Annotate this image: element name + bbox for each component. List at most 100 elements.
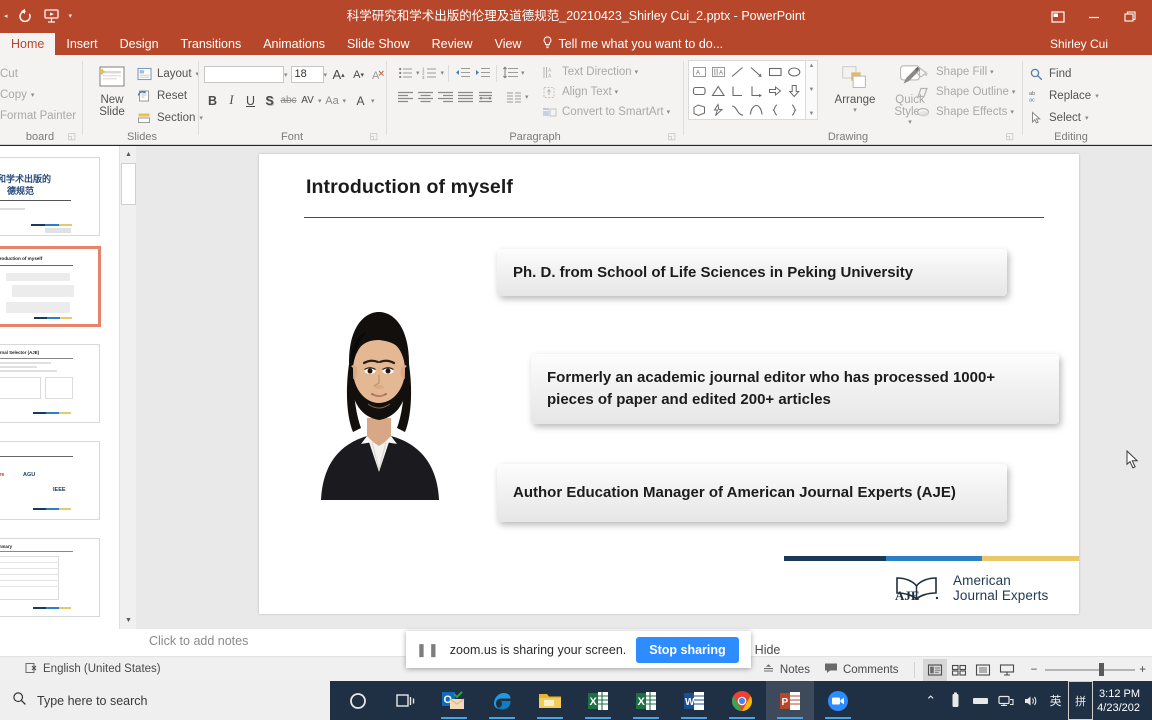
scroll-up-icon[interactable]: ▲: [809, 63, 815, 69]
lightning-shape-icon[interactable]: [709, 100, 728, 119]
align-left-icon[interactable]: [396, 88, 415, 106]
word-icon[interactable]: W: [670, 681, 718, 720]
edge-icon[interactable]: [478, 681, 526, 720]
chevron-down-icon[interactable]: ▾: [371, 97, 375, 105]
vertical-textbox-shape-icon[interactable]: A: [709, 62, 728, 81]
tab-transitions[interactable]: Transitions: [170, 33, 253, 55]
pentagon-shape-icon[interactable]: [690, 100, 709, 119]
layout-button[interactable]: Layout ▾: [136, 63, 203, 85]
task-view-icon[interactable]: [382, 681, 430, 720]
oval-shape-icon[interactable]: [785, 62, 804, 81]
battery-icon[interactable]: [943, 681, 968, 720]
bullets-icon[interactable]: [396, 64, 415, 82]
tab-view[interactable]: View: [484, 33, 533, 55]
thumbnail-scrollbar[interactable]: ▲ ▼: [119, 146, 137, 629]
zoom-knob[interactable]: [1099, 663, 1105, 676]
reset-button[interactable]: Reset: [136, 85, 203, 107]
zoom-icon[interactable]: [814, 681, 862, 720]
taskbar-search[interactable]: Type here to search: [0, 681, 330, 720]
chevron-down-icon[interactable]: ▾: [521, 69, 525, 77]
triangle-shape-icon[interactable]: [709, 81, 728, 100]
tab-animations[interactable]: Animations: [252, 33, 336, 55]
tab-review[interactable]: Review: [421, 33, 484, 55]
tab-home[interactable]: Home: [0, 33, 56, 55]
tab-insert[interactable]: Insert: [55, 33, 108, 55]
align-right-icon[interactable]: [436, 88, 455, 106]
font-dialog-launcher[interactable]: ◱: [369, 131, 378, 142]
section-button[interactable]: Section ▾: [136, 107, 203, 129]
right-brace-shape-icon[interactable]: [785, 100, 804, 119]
clear-formatting-icon[interactable]: A: [370, 65, 387, 84]
scroll-down-icon[interactable]: ▼: [809, 87, 815, 93]
thumbnail-slide-3[interactable]: Journal Selector (AJE): [0, 344, 100, 423]
paragraph-dialog-launcher[interactable]: ◱: [667, 131, 676, 142]
chevron-down-icon[interactable]: ▾: [416, 69, 420, 77]
chevron-down-icon[interactable]: ▾: [318, 97, 322, 105]
convert-to-smartart-button[interactable]: Convert to SmartArt ▾: [540, 102, 670, 122]
chevron-down-icon[interactable]: ▾: [324, 71, 328, 79]
thumbnail-slide-5[interactable]: Summary: [0, 538, 100, 617]
network-icon[interactable]: [993, 681, 1018, 720]
copy-button[interactable]: Copy ▾: [0, 84, 76, 105]
rounded-rectangle-shape-icon[interactable]: [690, 81, 709, 100]
ime-pinyin-icon[interactable]: 拼: [1068, 681, 1094, 720]
rectangle-shape-icon[interactable]: [766, 62, 785, 81]
shape-outline-button[interactable]: Shape Outline ▾: [914, 82, 1015, 102]
zoom-out-button[interactable]: −: [1027, 657, 1042, 682]
right-arrow-shape-icon[interactable]: [766, 81, 785, 100]
arrow-shape-icon[interactable]: [747, 62, 766, 81]
select-button[interactable]: Select ▾: [1028, 107, 1099, 129]
columns-icon[interactable]: [476, 88, 495, 106]
pause-share-icon[interactable]: ❚❚: [416, 642, 440, 658]
callout-2[interactable]: Formerly an academic journal editor who …: [531, 354, 1059, 424]
excel-icon-2[interactable]: X: [622, 681, 670, 720]
textbox-shape-icon[interactable]: A: [690, 62, 709, 81]
change-case-button[interactable]: Aa: [324, 91, 341, 110]
outlook-icon[interactable]: O: [430, 681, 478, 720]
line-shape-icon[interactable]: [728, 62, 747, 81]
shrink-font-button[interactable]: A ▾: [350, 65, 367, 84]
show-hidden-icons-icon[interactable]: ⌃: [918, 681, 943, 720]
shapes-gallery[interactable]: A A: [688, 60, 806, 120]
left-brace-shape-icon[interactable]: [766, 100, 785, 119]
slide-show-button[interactable]: [995, 659, 1019, 681]
new-slide-button[interactable]: New Slide: [89, 63, 135, 118]
portrait-photo[interactable]: [305, 292, 453, 500]
file-explorer-icon[interactable]: [526, 681, 574, 720]
taskbar-clock[interactable]: 3:12 PM 4/23/202: [1093, 687, 1148, 715]
shapes-more-icon[interactable]: ▼: [809, 111, 815, 117]
shape-effects-button[interactable]: Shape Effects ▾: [914, 102, 1015, 122]
grow-font-button[interactable]: A ▴: [330, 65, 347, 84]
text-direction-button[interactable]: AA Text Direction ▾: [540, 62, 670, 82]
scroll-up-icon[interactable]: ▲: [120, 146, 137, 163]
keyboard-icon[interactable]: [968, 681, 993, 720]
tab-design[interactable]: Design: [109, 33, 170, 55]
arc-shape-icon[interactable]: [747, 100, 766, 119]
strikethrough-button[interactable]: abc: [280, 91, 297, 110]
reading-view-button[interactable]: [971, 659, 995, 681]
cut-button[interactable]: Cut: [0, 63, 76, 84]
line-spacing-icon[interactable]: [501, 64, 520, 82]
numbering-icon[interactable]: 123: [421, 64, 440, 82]
callout-3[interactable]: Author Education Manager of American Jou…: [497, 464, 1007, 522]
increase-indent-icon[interactable]: [473, 64, 492, 82]
decrease-indent-icon[interactable]: [453, 64, 472, 82]
zoom-slider[interactable]: [1041, 657, 1139, 682]
shapes-gallery-scrollbar[interactable]: ▲ ▼ ▼: [806, 60, 818, 120]
cortana-icon[interactable]: [334, 681, 382, 720]
align-center-icon[interactable]: [416, 88, 435, 106]
scroll-down-icon[interactable]: ▼: [120, 612, 137, 629]
tab-slide-show[interactable]: Slide Show: [336, 33, 421, 55]
restore-icon[interactable]: [1112, 3, 1148, 31]
chrome-icon[interactable]: [718, 681, 766, 720]
comments-button[interactable]: Comments: [817, 657, 906, 682]
excel-icon[interactable]: X: [574, 681, 622, 720]
chevron-down-icon[interactable]: ▾: [343, 97, 347, 105]
drawing-dialog-launcher[interactable]: ◱: [1005, 131, 1014, 142]
current-slide[interactable]: Introduction of myself Ph. D. from Schoo…: [259, 154, 1079, 614]
bold-button[interactable]: B: [204, 91, 221, 110]
slide-sorter-view-button[interactable]: [947, 659, 971, 681]
chevron-down-icon[interactable]: ▾: [284, 71, 288, 79]
callout-1[interactable]: Ph. D. from School of Life Sciences in P…: [497, 249, 1007, 296]
curve-shape-icon[interactable]: [728, 100, 747, 119]
